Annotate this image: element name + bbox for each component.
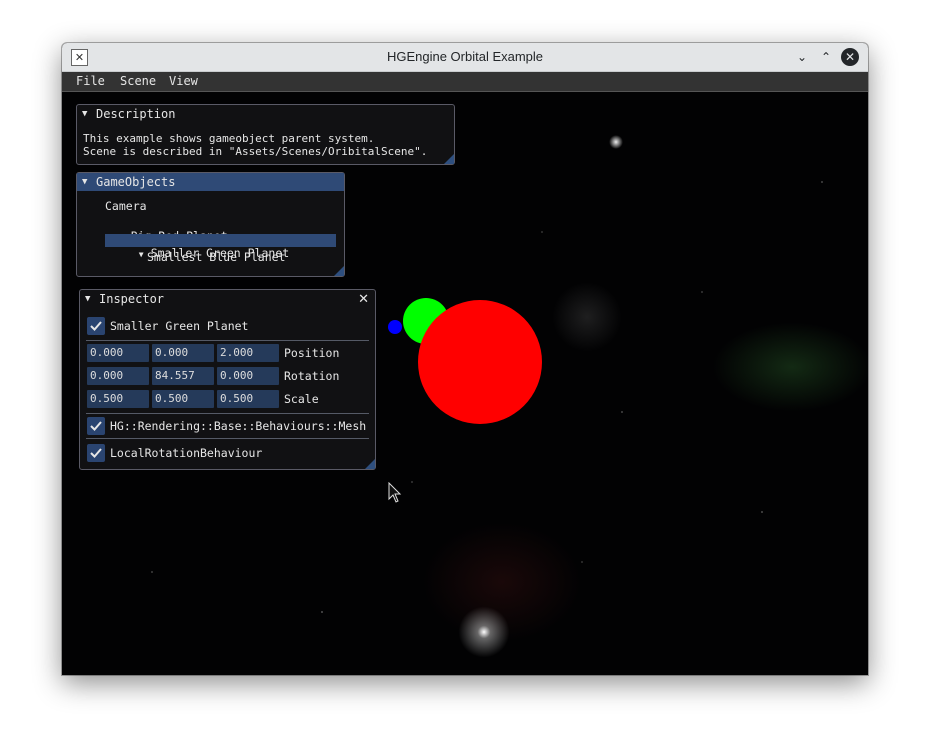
divider [86, 340, 369, 341]
panel-title: Inspector [99, 292, 165, 306]
star-cluster [552, 282, 622, 352]
inspector-panel: ▼ Inspector ✕ Smaller Green Planet 0.000… [79, 289, 376, 470]
blue-planet[interactable] [388, 320, 402, 334]
rotation-behaviour-checkbox[interactable] [87, 444, 105, 462]
bright-star-bottom [454, 602, 514, 662]
bright-star-top [609, 135, 623, 149]
menu-file[interactable]: File [76, 72, 105, 91]
title-bar[interactable]: ✕ HGEngine Orbital Example ⌄ ⌃ ✕ [62, 43, 868, 72]
maximize-button[interactable]: ⌃ [817, 48, 835, 66]
rotation-behaviour-label: LocalRotationBehaviour [110, 446, 263, 460]
resize-grip[interactable] [365, 459, 375, 469]
resize-grip[interactable] [334, 266, 344, 276]
tree-item-smallest-blue-planet[interactable]: Smallest Blue Planet [147, 251, 285, 264]
close-window-button[interactable]: ✕ [841, 48, 859, 66]
object-enabled-checkbox[interactable] [87, 317, 105, 335]
mesh-behaviour-label: HG::Rendering::Base::Behaviours::Mesh [110, 419, 367, 433]
nebula-green [712, 322, 868, 412]
checkmark-icon [90, 421, 102, 431]
gameobjects-header[interactable]: ▼ GameObjects [77, 173, 344, 191]
panel-title: GameObjects [96, 175, 176, 189]
menu-view[interactable]: View [169, 72, 198, 91]
description-panel: ▼ Description This example shows gameobj… [76, 104, 455, 165]
menu-scene[interactable]: Scene [120, 72, 156, 91]
divider [86, 413, 369, 414]
scale-z-field[interactable]: 0.500 [217, 390, 279, 408]
rotation-x-field[interactable]: 0.000 [87, 367, 149, 385]
position-x-field[interactable]: 0.000 [87, 344, 149, 362]
scale-label: Scale [284, 392, 319, 406]
mouse-cursor-icon [388, 482, 402, 503]
scale-y-field[interactable]: 0.500 [152, 390, 214, 408]
panel-title: Description [96, 107, 176, 121]
window-title: HGEngine Orbital Example [386, 49, 544, 64]
rotation-y-field[interactable]: 84.557 [152, 367, 214, 385]
menu-bar: File Scene View [62, 72, 868, 92]
collapse-arrow-icon[interactable]: ▼ [82, 105, 87, 123]
collapse-arrow-icon[interactable]: ▼ [85, 290, 90, 308]
collapse-arrow-icon[interactable]: ▼ [82, 173, 87, 191]
resize-grip[interactable] [444, 154, 454, 164]
inspector-header[interactable]: ▼ Inspector ✕ [80, 290, 375, 308]
rotation-z-field[interactable]: 0.000 [217, 367, 279, 385]
tree-item-smaller-green-planet[interactable]: ▼ Smaller Green Planet [105, 234, 336, 260]
scale-x-field[interactable]: 0.500 [87, 390, 149, 408]
divider [86, 438, 369, 439]
minimize-button[interactable]: ⌄ [793, 48, 811, 66]
gameobjects-panel: ▼ GameObjects Camera ▼Big Red Planet ▼Sm… [76, 172, 345, 277]
position-y-field[interactable]: 0.000 [152, 344, 214, 362]
tree-item-big-red-planet[interactable]: ▼Big Red Planet [91, 217, 228, 243]
description-header[interactable]: ▼ Description [77, 105, 454, 123]
rotation-label: Rotation [284, 369, 340, 383]
object-name: Smaller Green Planet [110, 319, 249, 333]
mesh-behaviour-checkbox[interactable] [87, 417, 105, 435]
close-icon[interactable]: ✕ [358, 291, 369, 309]
description-line: This example shows gameobject parent sys… [83, 132, 375, 145]
position-z-field[interactable]: 2.000 [217, 344, 279, 362]
description-line: Scene is described in "Assets/Scenes/Ori… [83, 145, 428, 158]
checkmark-icon [90, 448, 102, 458]
position-label: Position [284, 346, 340, 360]
tree-item-camera[interactable]: Camera [105, 200, 147, 213]
red-planet[interactable] [418, 300, 542, 424]
checkmark-icon [90, 321, 102, 331]
